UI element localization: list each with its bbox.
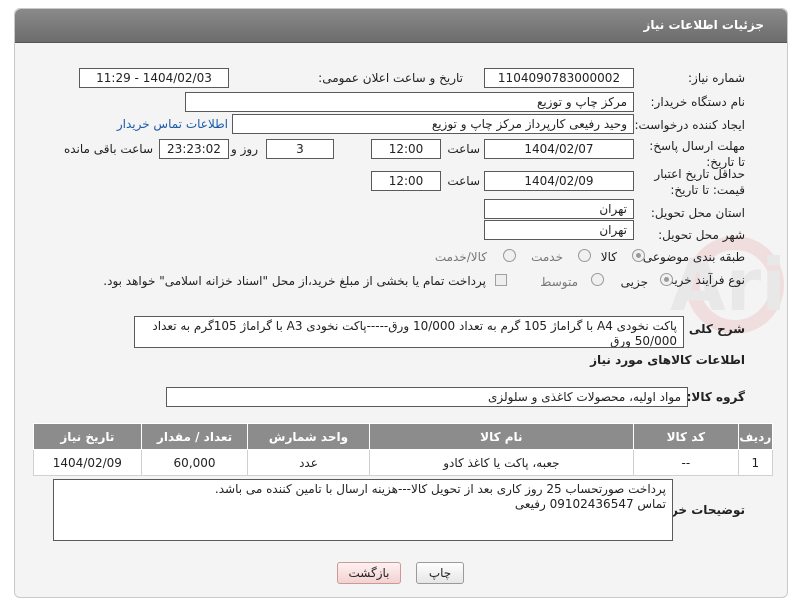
price-validity-time-label: ساعت	[447, 174, 480, 188]
category-option-goods-service: کالا/خدمت	[434, 250, 487, 264]
delivery-province-label: استان محل تحویل:	[650, 206, 745, 220]
category-radio-goods[interactable]	[632, 249, 645, 262]
purchase-type-radio-minor[interactable]	[660, 273, 673, 286]
delivery-city-label: شهر محل تحویل:	[658, 228, 745, 242]
buyer-notes-textarea[interactable]: پرداخت صورتحساب 25 روز کاری بعد از تحویل…	[53, 479, 673, 541]
reply-deadline-time-label: ساعت	[447, 142, 480, 156]
purchase-type-option-medium: متوسط	[540, 275, 578, 289]
price-validity-date-field[interactable]: 1404/02/09	[484, 171, 634, 191]
goods-section-title: اطلاعات کالاهای مورد نیاز	[590, 353, 745, 367]
goods-table-header: ردیف کد کالا نام کالا واحد شمارش تعداد /…	[33, 423, 774, 450]
col-header-name: نام کالا	[368, 423, 635, 450]
goods-group-field[interactable]: مواد اولیه، محصولات کاغذی و سلولزی	[166, 387, 688, 407]
category-radio-goods-service[interactable]	[503, 249, 516, 262]
col-header-date: تاریخ نیاز	[33, 423, 142, 450]
category-option-service: خدمت	[531, 250, 563, 264]
treasury-bonds-checkbox[interactable]	[495, 274, 507, 286]
buyer-org-label: نام دستگاه خریدار:	[650, 95, 746, 109]
purchase-type-option-minor: جزیی	[620, 275, 648, 289]
general-desc-textarea[interactable]: پاکت نخودی A4 با گراماژ 105 گرم به تعداد…	[134, 316, 684, 348]
price-validity-label: حداقل تاریخ اعتبار قیمت: تا تاریخ:	[654, 167, 745, 197]
goods-table: ردیف کد کالا نام کالا واحد شمارش تعداد /…	[33, 423, 774, 476]
cell-code: --	[633, 449, 739, 476]
back-button[interactable]: بازگشت	[337, 562, 401, 584]
category-option-goods: کالا	[600, 250, 617, 264]
cell-row: 1	[737, 449, 774, 476]
cell-unit: عدد	[247, 449, 370, 476]
requester-label: ایجاد کننده درخواست:	[634, 118, 745, 132]
reply-deadline-date-field[interactable]: 1404/02/07	[484, 139, 634, 159]
cell-name: جعبه، پاکت یا کاغذ کادو	[368, 449, 635, 476]
requester-field[interactable]: وحید رفیعی کارپرداز مرکز چاپ و توزیع	[232, 114, 634, 134]
treasury-bonds-note: پرداخت تمام یا بخشی از مبلغ خرید،از محل …	[103, 274, 486, 288]
buyer-notes-line-2: تماس 09102436547 رفیعی	[514, 497, 666, 511]
reply-days-field[interactable]: 3	[266, 139, 334, 159]
buyer-org-field[interactable]: مرکز چاپ و توزیع	[185, 92, 634, 112]
need-number-label: شماره نیاز:	[688, 71, 745, 85]
reply-deadline-time-field[interactable]: 12:00	[371, 139, 441, 159]
table-row[interactable]: 1 -- جعبه، پاکت یا کاغذ کادو عدد 60,000 …	[33, 449, 774, 476]
col-header-row: ردیف	[737, 423, 774, 450]
announce-datetime-label: تاریخ و ساعت اعلان عمومی:	[318, 71, 463, 85]
goods-group-label: گروه کالا:	[686, 390, 745, 404]
announce-datetime-field[interactable]: 1404/02/03 - 11:29	[79, 68, 229, 88]
buyer-contact-link[interactable]: اطلاعات تماس خریدار	[117, 117, 228, 131]
print-button[interactable]: چاپ	[416, 562, 464, 584]
cell-qty: 60,000	[140, 449, 249, 476]
category-radio-service[interactable]	[578, 249, 591, 262]
purchase-type-radio-medium[interactable]	[591, 273, 604, 286]
need-number-field[interactable]: 1104090783000002	[484, 68, 634, 88]
col-header-code: کد کالا	[633, 423, 739, 450]
category-label: طبقه بندی موضوعی:	[638, 250, 745, 264]
col-header-qty: تعداد / مقدار	[140, 423, 249, 450]
cell-date: 1404/02/09	[33, 449, 142, 476]
remaining-time-field[interactable]: 23:23:02	[159, 139, 229, 159]
delivery-city-field[interactable]: تهران	[484, 220, 634, 240]
page-title: جزئیات اطلاعات نیاز	[643, 18, 764, 32]
delivery-province-field[interactable]: تهران	[484, 199, 634, 219]
remaining-time-label: ساعت باقی مانده	[63, 142, 153, 156]
col-header-unit: واحد شمارش	[247, 423, 370, 450]
price-validity-time-field[interactable]: 12:00	[371, 171, 441, 191]
reply-days-label: روز و	[231, 142, 258, 156]
buyer-notes-line-1: پرداخت صورتحساب 25 روز کاری بعد از تحویل…	[214, 482, 666, 496]
